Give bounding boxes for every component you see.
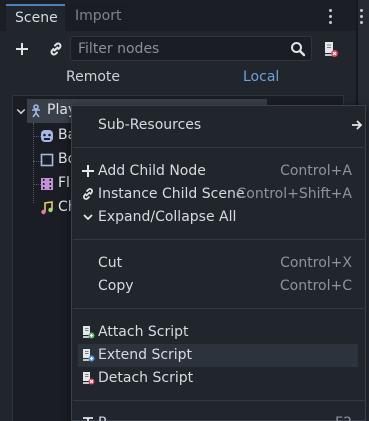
attach-script-icon[interactable]	[320, 39, 340, 59]
menu-item-sub-resources[interactable]: Sub-Resources	[78, 114, 363, 137]
menu-item-extend-script[interactable]: Extend Script	[78, 344, 358, 367]
menu-item-detach-script[interactable]: Detach Script	[78, 367, 358, 390]
menu-item-expand-collapse-all[interactable]: Expand/Collapse All	[78, 206, 358, 229]
add-icon	[81, 164, 95, 178]
menu-item-label: R	[98, 415, 108, 421]
shortcut-label: Control+C	[279, 278, 352, 294]
menu-separator	[73, 147, 366, 148]
link-icon	[81, 187, 95, 201]
instance-scene-link-icon[interactable]	[46, 39, 66, 59]
filter-nodes-input[interactable]	[78, 39, 278, 58]
audio-player-icon	[40, 201, 54, 215]
menu-separator	[73, 400, 366, 401]
context-menu: Sub-Resources Add Child Node Control+A I…	[71, 105, 366, 421]
script-add-icon	[81, 325, 95, 339]
dock-menu-icon[interactable]	[320, 6, 340, 26]
tab-scene[interactable]: Scene	[6, 4, 65, 31]
shortcut-label: Control+A	[280, 163, 352, 179]
animated-sprite-icon	[40, 177, 54, 191]
menu-item-label: Extend Script	[98, 347, 193, 363]
menu-item-label: Instance Child Scene	[98, 186, 245, 202]
submenu-arrow-icon	[351, 119, 363, 131]
shortcut-label: Control+Shift+A	[236, 186, 352, 202]
add-node-icon[interactable]	[12, 39, 32, 59]
tree-guide-line	[33, 123, 34, 203]
shortcut-label: Control+X	[280, 255, 352, 271]
search-icon	[289, 40, 307, 58]
collision-shape-icon	[40, 153, 54, 167]
rename-icon	[81, 416, 95, 421]
menu-item-label: Expand/Collapse All	[98, 209, 237, 225]
right-dock-menu-icon[interactable]	[360, 6, 363, 24]
menu-item-instance-child-scene[interactable]: Instance Child Scene Control+Shift+A	[78, 183, 358, 206]
menu-item-rename[interactable]: R F2	[78, 412, 358, 421]
dock-tab-bar: Scene Import	[0, 0, 369, 31]
collapse-arrow-icon[interactable]	[16, 105, 26, 115]
menu-item-cut[interactable]: Cut Control+X	[78, 252, 358, 275]
menu-separator	[73, 308, 366, 309]
menu-item-label: Copy	[98, 278, 134, 294]
filter-nodes-field[interactable]	[70, 36, 312, 61]
menu-item-label: Attach Script	[98, 324, 189, 340]
local-toggle[interactable]: Local	[243, 69, 279, 85]
menu-item-label: Cut	[98, 255, 123, 271]
menu-item-label: Sub-Resources	[98, 117, 202, 133]
remote-toggle[interactable]: Remote	[66, 69, 120, 85]
menu-item-attach-script[interactable]: Attach Script	[78, 321, 358, 344]
menu-item-copy[interactable]: Copy Control+C	[78, 275, 358, 298]
kinematic-body-icon	[29, 104, 43, 118]
sprite-icon	[40, 129, 54, 143]
menu-item-add-child-node[interactable]: Add Child Node Control+A	[78, 160, 358, 183]
script-remove-icon	[81, 371, 95, 385]
tree-node-label: Fl	[58, 175, 70, 191]
shortcut-label: F2	[335, 415, 352, 421]
chevron-down-icon	[81, 210, 95, 224]
tab-import[interactable]: Import	[66, 4, 128, 31]
menu-item-label: Add Child Node	[98, 163, 206, 179]
script-extend-icon	[81, 348, 95, 362]
menu-separator	[73, 239, 366, 240]
menu-item-label: Detach Script	[98, 370, 194, 386]
